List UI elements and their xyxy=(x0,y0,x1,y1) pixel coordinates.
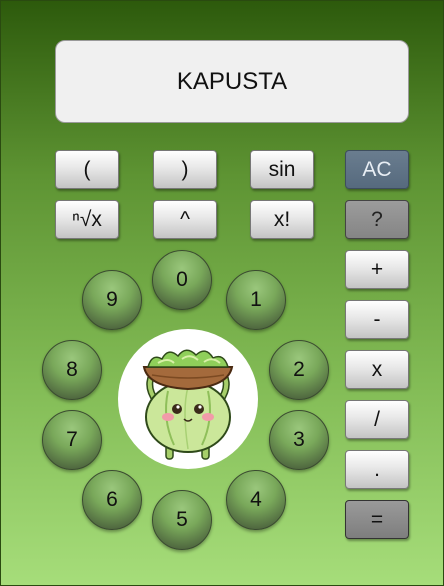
minus-button[interactable]: - xyxy=(345,300,409,339)
power-button[interactable]: ^ xyxy=(153,200,217,239)
digit-9-button[interactable]: 9 xyxy=(82,270,142,330)
multiply-button[interactable]: x xyxy=(345,350,409,389)
digit-7-button[interactable]: 7 xyxy=(42,410,102,470)
plus-button[interactable]: + xyxy=(345,250,409,289)
equals-button[interactable]: = xyxy=(345,500,409,539)
digit-3-button[interactable]: 3 xyxy=(269,410,329,470)
all-clear-button[interactable]: AC xyxy=(345,150,409,189)
mascot-image xyxy=(118,329,258,469)
factorial-button[interactable]: x! xyxy=(250,200,314,239)
decimal-button[interactable]: . xyxy=(345,450,409,489)
display: KAPUSTA xyxy=(55,40,409,123)
display-value: KAPUSTA xyxy=(176,67,288,95)
digit-8-button[interactable]: 8 xyxy=(42,340,102,400)
open-paren-button[interactable]: ( xyxy=(55,150,119,189)
calculator-app: KAPUSTA ( ) sin ⁿ√x ^ x! AC ? + - x / . … xyxy=(0,0,444,586)
digit-0-button[interactable]: 0 xyxy=(152,250,212,310)
digit-1-button[interactable]: 1 xyxy=(226,270,286,330)
close-paren-button[interactable]: ) xyxy=(153,150,217,189)
digit-2-button[interactable]: 2 xyxy=(269,340,329,400)
divide-button[interactable]: / xyxy=(345,400,409,439)
sin-button[interactable]: sin xyxy=(250,150,314,189)
digit-5-button[interactable]: 5 xyxy=(152,490,212,550)
nth-root-button[interactable]: ⁿ√x xyxy=(55,200,119,239)
digit-4-button[interactable]: 4 xyxy=(226,470,286,530)
digit-6-button[interactable]: 6 xyxy=(82,470,142,530)
help-button[interactable]: ? xyxy=(345,200,409,239)
cabbage-icon xyxy=(142,349,234,460)
